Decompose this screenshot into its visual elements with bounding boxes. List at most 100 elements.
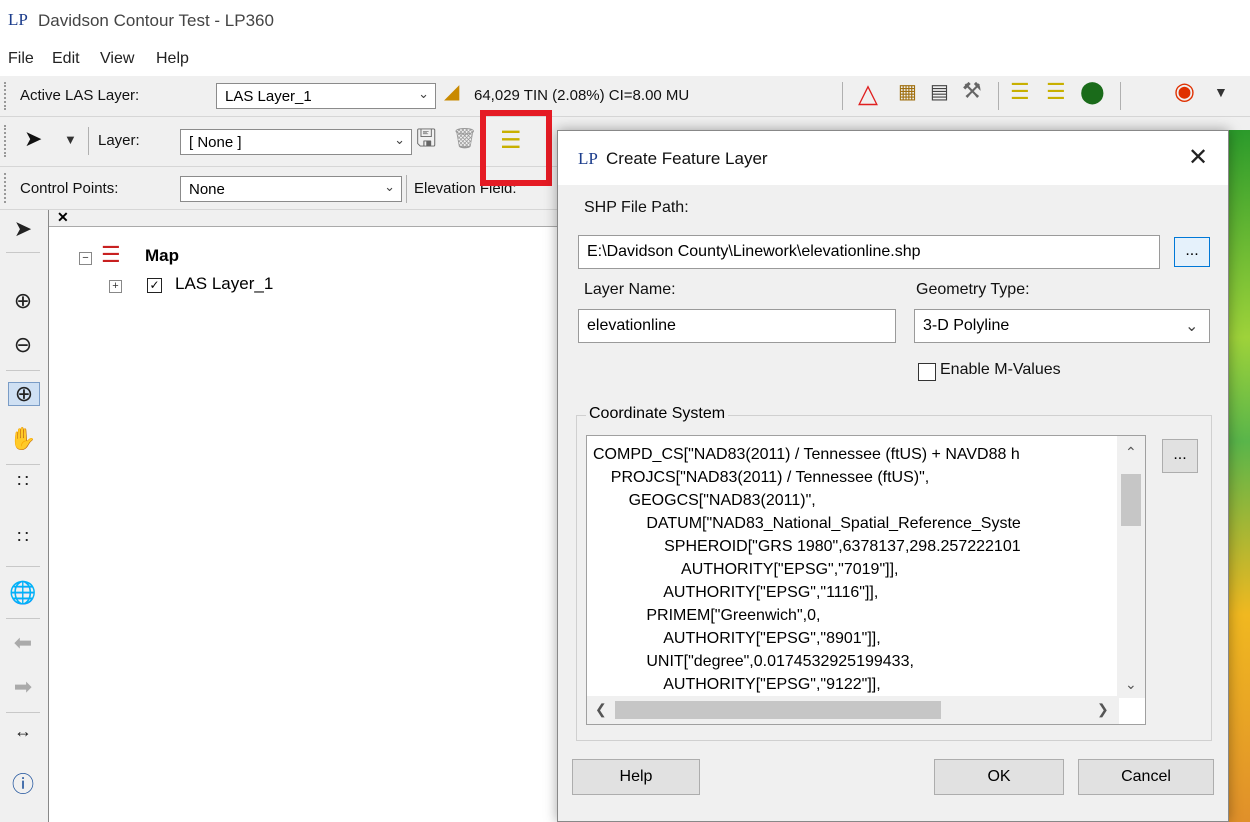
zoom-box-icon[interactable]: ⊕: [8, 382, 40, 406]
chevron-down-icon: ⌄: [384, 179, 395, 194]
fixed-zoom-out-icon[interactable]: ∷: [8, 528, 38, 546]
menu-edit[interactable]: Edit: [52, 50, 80, 68]
triangle-icon[interactable]: △: [858, 80, 878, 106]
back-arrow-icon[interactable]: ⬅: [8, 632, 38, 654]
chevron-down-icon: ⌄: [394, 132, 405, 147]
tin-icon[interactable]: ◢: [444, 82, 459, 102]
info-icon[interactable]: ⓘ: [8, 774, 38, 796]
tree-map-node[interactable]: Map: [145, 246, 179, 266]
las-toolbar: Active LAS Layer: LAS Layer_1 ⌄ ◢ 64,029…: [0, 76, 1250, 117]
properties-icon[interactable]: ▤: [930, 82, 949, 102]
enable-m-values-checkbox[interactable]: [918, 363, 936, 381]
app-logo-icon: LP: [578, 149, 598, 168]
dropdown-arrow-icon[interactable]: ▼: [64, 133, 77, 146]
window-title: Davidson Contour Test - LP360: [38, 11, 274, 30]
help-button[interactable]: Help: [572, 759, 700, 795]
layer-combo[interactable]: [ None ] ⌄: [180, 129, 412, 155]
globe-icon[interactable]: 🌐: [8, 582, 38, 604]
geometry-type-label: Geometry Type:: [916, 281, 1030, 298]
layer-name-label: Layer Name:: [584, 281, 676, 298]
scroll-right-icon[interactable]: ❯: [1097, 701, 1109, 718]
active-las-label: Active LAS Layer:: [20, 87, 140, 104]
zoom-in-icon[interactable]: ⊕: [8, 290, 38, 312]
ok-button[interactable]: OK: [934, 759, 1064, 795]
layer-visibility-checkbox[interactable]: ✓: [147, 278, 162, 293]
layer-name-input[interactable]: elevationline: [578, 309, 896, 343]
active-las-combo[interactable]: LAS Layer_1 ⌄: [216, 83, 436, 109]
wkt-line: DATUM["NAD83_National_Spatial_Reference_…: [593, 515, 1021, 532]
tools-icon[interactable]: ⚒: [962, 80, 982, 102]
create-feature-layer-dialog: LP Create Feature Layer ✕ SHP File Path:…: [557, 130, 1229, 822]
color-ramp-icon[interactable]: ◉: [1174, 80, 1195, 104]
new-feature-select-icon[interactable]: ➤: [24, 128, 42, 150]
vertical-scroll-thumb[interactable]: [1121, 474, 1141, 526]
table-of-contents-panel: ✕ − ☰ Map + ✓ LAS Layer_1: [48, 210, 569, 822]
menu-view[interactable]: View: [100, 50, 134, 68]
horizontal-scrollbar[interactable]: ❮ ❯: [587, 696, 1119, 724]
geometry-type-select[interactable]: 3-D Polyline ⌄: [914, 309, 1210, 343]
tin-info: 64,029 TIN (2.08%) CI=8.00 MU: [474, 87, 690, 104]
app-logo-icon: LP: [8, 10, 28, 29]
cancel-button[interactable]: Cancel: [1078, 759, 1214, 795]
scroll-up-icon[interactable]: ⌃: [1125, 444, 1137, 461]
control-points-combo[interactable]: None ⌄: [180, 176, 402, 202]
add-layer-green-icon[interactable]: ☰: [1046, 81, 1066, 103]
wkt-line: AUTHORITY["EPSG","8901"]],: [593, 630, 881, 647]
chevron-down-icon: ⌄: [1185, 318, 1199, 335]
close-icon[interactable]: ✕: [57, 210, 69, 224]
save-icon[interactable]: 🖫: [416, 127, 436, 151]
pan-hand-icon[interactable]: ✋: [8, 428, 38, 450]
menu-help[interactable]: Help: [156, 50, 189, 68]
select-arrow-icon[interactable]: ➤: [8, 218, 38, 240]
toolbar-grip[interactable]: [4, 173, 9, 203]
control-points-value: None: [189, 181, 225, 198]
collapse-map-icon[interactable]: −: [79, 252, 92, 265]
shp-path-input[interactable]: E:\Davidson County\Linework\elevationlin…: [578, 235, 1160, 269]
zoom-out-icon[interactable]: ⊖: [8, 334, 38, 356]
layer-value: [ None ]: [189, 134, 242, 151]
layer-label: Layer:: [98, 132, 140, 149]
map-view[interactable]: [1228, 130, 1250, 822]
fixed-zoom-in-icon[interactable]: ∷: [8, 472, 38, 490]
panel-header: ✕: [49, 210, 569, 227]
dialog-title: Create Feature Layer: [606, 149, 768, 168]
layers-icon[interactable]: ▦: [898, 82, 917, 102]
delete-icon[interactable]: 🗑: [452, 129, 477, 149]
wkt-line: UNIT["degree",0.0174532925199433,: [593, 653, 914, 670]
coordinate-system-text[interactable]: COMPD_CS["NAD83(2011) / Tennessee (ftUS)…: [586, 435, 1146, 725]
add-layer-dark-icon[interactable]: ⬤: [1080, 81, 1105, 103]
shp-path-label: SHP File Path:: [584, 199, 689, 216]
map-layers-icon: ☰: [101, 242, 121, 267]
dropdown-arrow-icon[interactable]: ▼: [1214, 85, 1228, 99]
wkt-line: GEOGCS["NAD83(2011)",: [593, 492, 816, 509]
measure-icon[interactable]: ↔: [8, 722, 38, 740]
wkt-line: AUTHORITY["EPSG","1116"]],: [593, 584, 879, 601]
dialog-title-bar: LP Create Feature Layer ✕: [558, 131, 1228, 185]
browse-coordinate-system-button[interactable]: ...: [1162, 439, 1198, 473]
control-points-label: Control Points:: [20, 180, 119, 197]
menu-file[interactable]: File: [8, 50, 34, 68]
wkt-line: AUTHORITY["EPSG","9122"]],: [593, 676, 881, 693]
browse-shp-button[interactable]: ...: [1174, 237, 1210, 267]
separator: [998, 82, 999, 110]
wkt-line: SPHEROID["GRS 1980",6378137,298.25722210…: [593, 538, 1021, 555]
close-icon[interactable]: ✕: [1188, 143, 1208, 172]
horizontal-scroll-thumb[interactable]: [615, 701, 941, 719]
tools-toolbar: ➤ ⊕ ⊖ ⊕ ✋ ∷ ∷ 🌐 ⬅ ➡ ↔ ⓘ: [0, 210, 49, 822]
add-layer-red-icon[interactable]: ☰: [1010, 81, 1030, 103]
scroll-left-icon[interactable]: ❮: [595, 701, 607, 718]
vertical-scrollbar[interactable]: ⌃ ⌄: [1117, 436, 1145, 698]
scroll-down-icon[interactable]: ⌄: [1125, 676, 1137, 693]
shp-path-value: E:\Davidson County\Linework\elevationlin…: [587, 243, 921, 260]
layer-name-value: elevationline: [587, 317, 676, 334]
active-las-value: LAS Layer_1: [225, 88, 312, 105]
wkt-line: AUTHORITY["EPSG","7019"]],: [593, 561, 899, 578]
wkt-line: PRIMEM["Greenwich",0,: [593, 607, 821, 624]
menu-bar: File Edit View Help: [0, 44, 1250, 74]
expand-layer-icon[interactable]: +: [109, 280, 122, 293]
toolbar-grip[interactable]: [4, 125, 9, 157]
toolbar-grip[interactable]: [4, 82, 9, 110]
separator: [88, 127, 89, 155]
forward-arrow-icon[interactable]: ➡: [8, 676, 38, 698]
tree-las-layer-node[interactable]: LAS Layer_1: [175, 274, 273, 294]
